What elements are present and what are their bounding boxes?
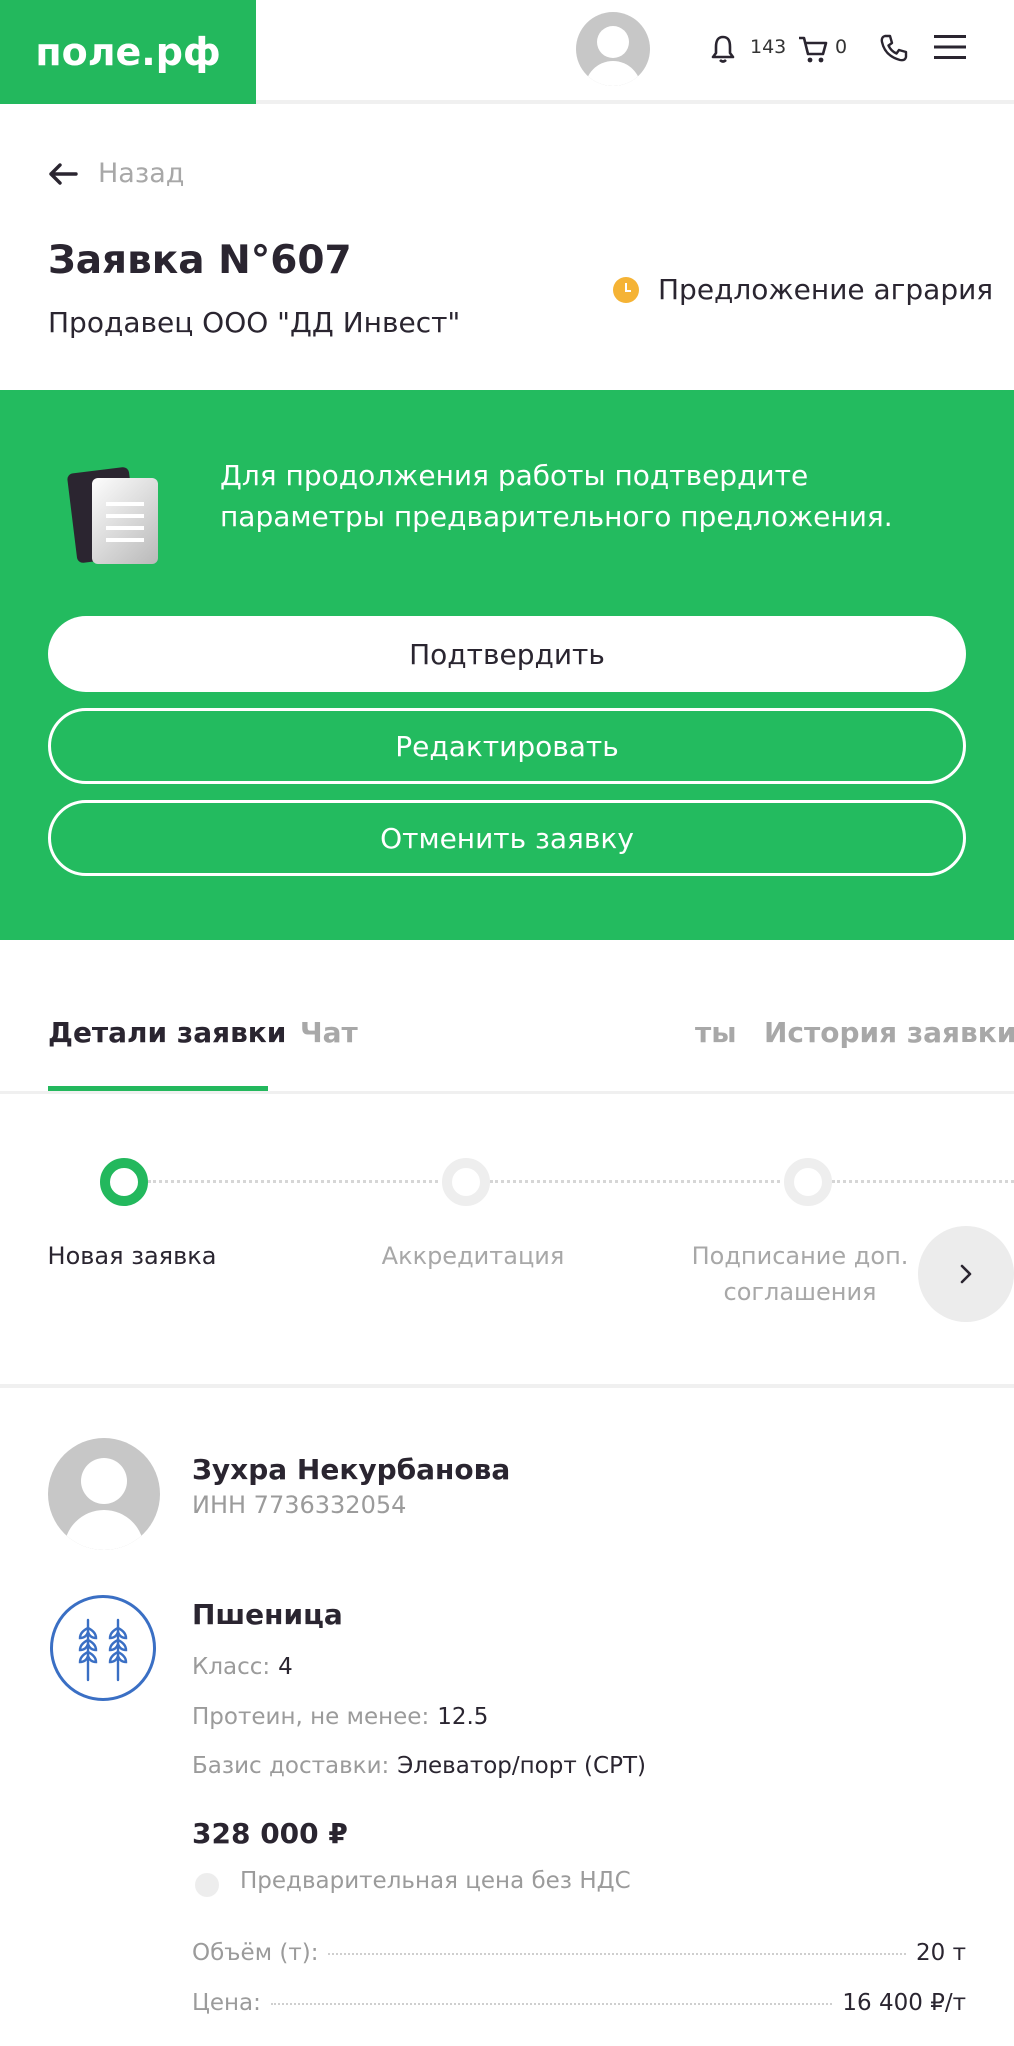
cart-icon[interactable] [797, 34, 829, 64]
user-inn: ИНН 7736332054 [192, 1491, 407, 1519]
param-class: Класс: 4 [192, 1654, 293, 1680]
info-icon[interactable] [195, 1873, 219, 1897]
step-label: Аккредитация [381, 1242, 565, 1270]
bell-icon[interactable] [710, 34, 736, 64]
total-price: 328 000 ₽ [192, 1817, 348, 1850]
confirm-button[interactable]: Подтвердить [48, 616, 966, 692]
step-label: Новая заявка [47, 1242, 217, 1270]
step-label: Подписание доп. соглашения [691, 1242, 909, 1306]
tab-details[interactable]: Детали заявки [48, 1016, 286, 1049]
seller-name: Продавец ООО "ДД Инвест" [48, 306, 461, 339]
steps-next-button[interactable] [918, 1226, 1014, 1322]
user-name: Зухра Некурбанова [192, 1453, 511, 1486]
row-value: 16 400 ₽/т [842, 1990, 966, 2016]
volume-row: Объём (т): 20 т [192, 1940, 966, 1966]
step-connector [832, 1180, 1014, 1183]
profile-avatar[interactable] [576, 12, 650, 86]
param-value: 12.5 [437, 1704, 489, 1730]
top-header: поле.рф 143 0 [0, 0, 1014, 104]
row-key: Цена: [192, 1990, 261, 2016]
param-key: Класс: [192, 1654, 271, 1680]
step-indicator-done [100, 1158, 148, 1206]
param-protein: Протеин, не менее: 12.5 [192, 1704, 488, 1730]
logo[interactable]: поле.рф [0, 0, 256, 104]
tab-bar: Детали заявки Чат ты История заявки [0, 1000, 1014, 1094]
price-note: Предварительная цена без НДС [240, 1868, 631, 1894]
param-delivery-basis: Базис доставки: Элеватор/порт (CPT) [192, 1753, 646, 1779]
document-icon [92, 478, 158, 564]
crop-name: Пшеница [192, 1598, 343, 1631]
logo-text: поле.рф [35, 30, 221, 74]
status-badge: Предложение агрария [658, 273, 994, 306]
param-key: Протеин, не менее: [192, 1704, 430, 1730]
step-connector [490, 1180, 780, 1183]
step-connector [148, 1180, 438, 1183]
price-row: Цена: 16 400 ₽/т [192, 1990, 966, 2016]
page-title: Заявка N°607 [48, 238, 352, 283]
tab-documents[interactable]: ты [695, 1016, 737, 1049]
param-value: 4 [278, 1654, 293, 1680]
param-key: Базис доставки: [192, 1753, 390, 1779]
cart-count: 0 [835, 36, 848, 58]
phone-icon[interactable] [879, 33, 909, 63]
section-divider [0, 1384, 1014, 1388]
chevron-right-icon [960, 1264, 972, 1284]
arrow-left-icon[interactable] [48, 163, 78, 185]
notifications-count: 143 [750, 36, 787, 58]
tabs-divider [0, 1091, 1014, 1094]
back-link[interactable]: Назад [98, 158, 184, 189]
row-value: 20 т [916, 1940, 966, 1966]
tab-history[interactable]: История заявки [764, 1016, 1014, 1049]
clock-icon [613, 277, 639, 303]
step-indicator [784, 1158, 832, 1206]
cancel-order-button[interactable]: Отменить заявку [48, 800, 966, 876]
step-indicator [442, 1158, 490, 1206]
wheat-icon [50, 1595, 156, 1701]
user-avatar [48, 1438, 160, 1550]
row-key: Объём (т): [192, 1940, 319, 1966]
menu-icon[interactable] [934, 34, 966, 60]
edit-button[interactable]: Редактировать [48, 708, 966, 784]
param-value: Элеватор/порт (CPT) [397, 1753, 646, 1779]
confirm-message: Для продолжения работы подтвердите парам… [220, 459, 893, 533]
tab-chat[interactable]: Чат [300, 1016, 358, 1049]
